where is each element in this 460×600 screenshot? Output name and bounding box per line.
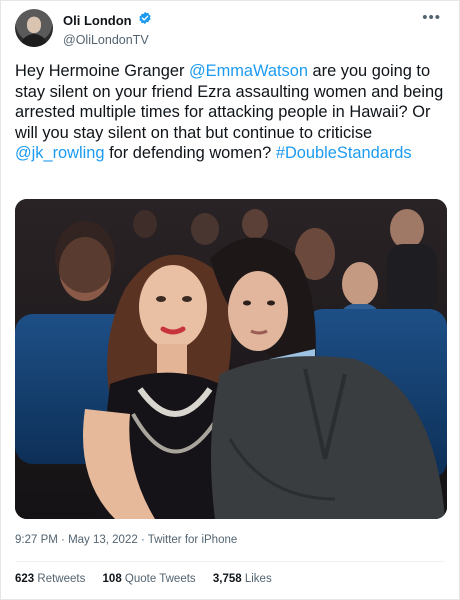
retweets-count: 623 bbox=[15, 573, 35, 585]
likes-count: 3,758 bbox=[212, 573, 242, 585]
hashtag-link[interactable]: #DoubleStandards bbox=[276, 144, 412, 162]
tweet-meta: 9:27 PM · May 13, 2022 · Twitter for iPh… bbox=[15, 534, 237, 546]
divider bbox=[15, 561, 445, 562]
avatar-body bbox=[20, 34, 48, 47]
verified-badge-icon bbox=[138, 11, 152, 30]
likes-stat[interactable]: 3,758 Likes bbox=[213, 573, 272, 585]
retweets-stat[interactable]: 623 Retweets bbox=[15, 573, 85, 585]
likes-label: Likes bbox=[241, 573, 272, 585]
author-names: Oli London @OliLondonTV bbox=[63, 11, 152, 47]
tweet-date[interactable]: May 13, 2022 bbox=[68, 534, 138, 546]
tweet-text: Hey Hermoine Granger @EmmaWatson are you… bbox=[15, 61, 451, 164]
tweet-text-part: Hey Hermoine Granger bbox=[15, 62, 189, 80]
more-options-icon[interactable]: ••• bbox=[422, 9, 441, 26]
author-handle[interactable]: @OliLondonTV bbox=[63, 33, 152, 47]
avatar-face bbox=[27, 17, 41, 33]
tweet-photo[interactable] bbox=[15, 199, 447, 519]
tweet-stats: 623 Retweets 108 Quote Tweets 3,758 Like… bbox=[15, 573, 286, 585]
tweet-text-part: for defending women? bbox=[104, 144, 276, 162]
tweet-source[interactable]: Twitter for iPhone bbox=[148, 534, 237, 546]
mention-link[interactable]: @jk_rowling bbox=[15, 144, 105, 162]
quotes-label: Quote Tweets bbox=[121, 573, 196, 585]
tweet-header: Oli London @OliLondonTV ••• bbox=[15, 9, 445, 49]
display-name[interactable]: Oli London bbox=[63, 13, 132, 28]
tweet-time[interactable]: 9:27 PM bbox=[15, 534, 58, 546]
retweets-label: Retweets bbox=[34, 573, 86, 585]
quotes-count: 108 bbox=[102, 573, 122, 585]
tweet-card: Oli London @OliLondonTV ••• Hey Hermoine… bbox=[0, 0, 460, 600]
mention-link[interactable]: @EmmaWatson bbox=[189, 62, 308, 80]
quote-tweets-stat[interactable]: 108 Quote Tweets bbox=[103, 573, 196, 585]
avatar[interactable] bbox=[15, 9, 53, 47]
meta-separator: · bbox=[57, 534, 69, 546]
meta-separator: · bbox=[137, 534, 148, 546]
tweet-photo-image bbox=[15, 199, 447, 519]
